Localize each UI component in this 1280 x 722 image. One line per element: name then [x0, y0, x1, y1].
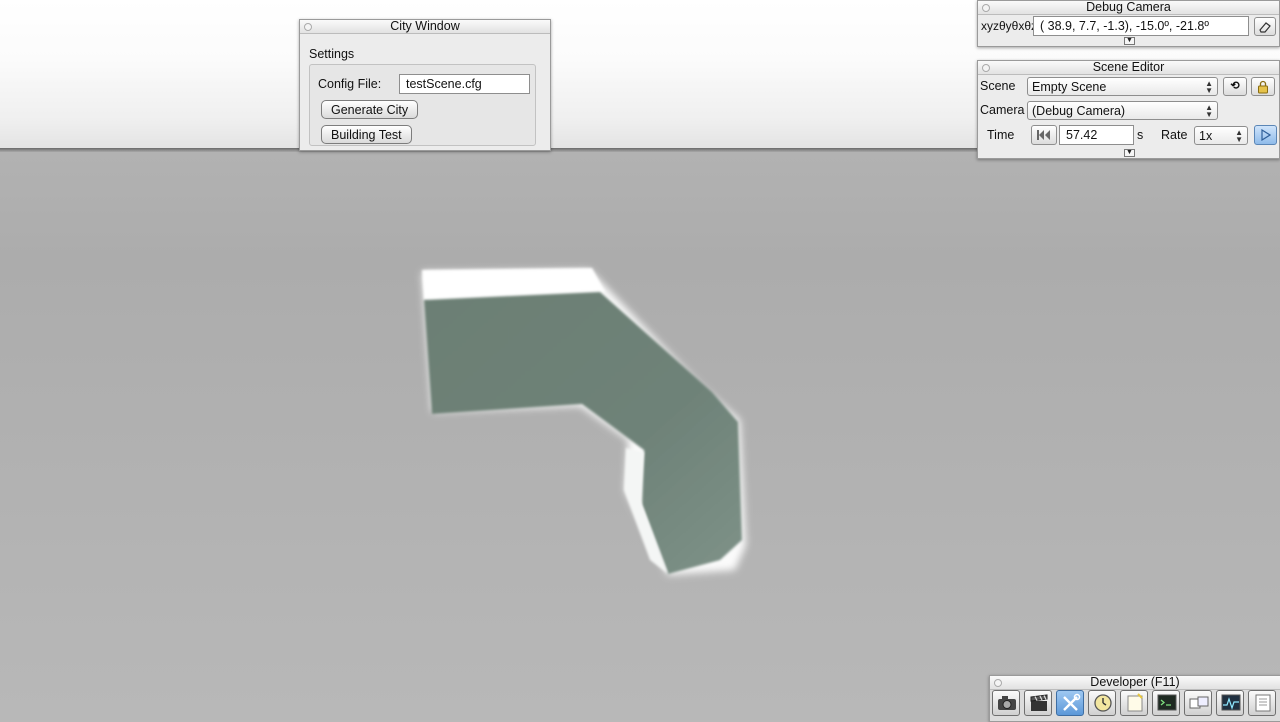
time-label: Time [987, 128, 1015, 142]
debug-camera-title: Debug Camera [1086, 0, 1171, 14]
scene-select[interactable]: Empty Scene ▲ ▼ [1027, 77, 1218, 96]
select-arrows-icon: ▲ ▼ [1235, 128, 1243, 144]
notepad-icon [1127, 693, 1143, 712]
notepad-tool-button[interactable] [1120, 690, 1148, 716]
document-tool-button[interactable] [1248, 690, 1276, 716]
camera-tool-button[interactable] [992, 690, 1020, 716]
document-icon [1255, 694, 1271, 712]
collapse-toggle[interactable]: ▼ [1124, 149, 1135, 157]
time-field[interactable]: 57.42 [1059, 125, 1134, 145]
eraser-icon [1259, 22, 1271, 33]
config-file-label: Config File: [318, 77, 382, 91]
time-unit: s [1137, 128, 1144, 142]
reload-scene-button[interactable]: ⟲ [1223, 77, 1247, 96]
select-arrows-icon: ▲ ▼ [1205, 103, 1213, 119]
lock-icon [1258, 80, 1268, 94]
terminal-tool-button[interactable] [1152, 690, 1180, 716]
terminal-icon [1157, 694, 1177, 711]
close-icon[interactable] [304, 23, 312, 31]
scene-editor-title: Scene Editor [1092, 60, 1165, 74]
scene-editor-titlebar[interactable]: Scene Editor [978, 61, 1279, 75]
scene-select-value: Empty Scene [1032, 80, 1107, 94]
config-file-input[interactable]: testScene.cfg [399, 74, 530, 94]
windows-icon [1189, 696, 1209, 709]
close-icon[interactable] [982, 4, 990, 12]
play-icon [1260, 128, 1271, 142]
clapperboard-icon [1030, 694, 1048, 711]
developer-titlebar[interactable]: Developer (F11) [990, 676, 1280, 690]
lock-scene-button[interactable] [1251, 77, 1275, 96]
reload-icon: ⟲ [1230, 80, 1240, 92]
camera-coordinate-field[interactable]: ( 38.9, 7.7, -1.3), -15.0º, -21.8º [1033, 16, 1249, 36]
rewind-button[interactable] [1031, 125, 1057, 145]
clock-tool-button[interactable] [1088, 690, 1116, 716]
camera-reset-button[interactable] [1254, 17, 1276, 36]
debug-camera-panel: Debug Camera xyzθyθxθz ( 38.9, 7.7, -1.3… [977, 0, 1280, 47]
collapse-toggle[interactable]: ▼ [1124, 37, 1135, 45]
scene-label: Scene [980, 79, 1016, 93]
city-window-title: City Window [390, 19, 460, 33]
rate-select[interactable]: 1x ▲ ▼ [1194, 126, 1248, 145]
tools-icon [1063, 693, 1081, 711]
tools-tool-button[interactable] [1056, 690, 1084, 716]
camera-label: Camera [980, 103, 1025, 117]
camera-select[interactable]: (Debug Camera) ▲ ▼ [1027, 101, 1218, 120]
city-window-titlebar[interactable]: City Window [300, 20, 550, 34]
camera-select-value: (Debug Camera) [1032, 104, 1126, 118]
scene-editor-panel: Scene Editor Scene Empty Scene ▲ ▼ ⟲ Came… [977, 60, 1280, 159]
city-window: City Window Settings Config File: testSc… [299, 19, 551, 151]
rate-label: Rate [1161, 128, 1188, 142]
rate-select-value: 1x [1199, 129, 1213, 143]
monitor-icon [1221, 694, 1241, 711]
developer-title: Developer (F11) [1090, 675, 1180, 689]
clock-icon [1094, 694, 1112, 712]
generate-city-button[interactable]: Generate City [321, 100, 419, 119]
camera-icon [998, 696, 1016, 710]
debug-camera-titlebar[interactable]: Debug Camera [978, 1, 1279, 15]
monitor-tool-button[interactable] [1216, 690, 1244, 716]
camera-coordinate-label: xyzθyθxθz [981, 19, 1038, 33]
settings-group: Config File: testScene.cfg Generate City… [309, 64, 536, 146]
close-icon[interactable] [982, 64, 990, 72]
windows-tool-button[interactable] [1184, 690, 1212, 716]
building-test-button[interactable]: Building Test [321, 125, 412, 144]
close-icon[interactable] [994, 679, 1002, 687]
clapperboard-tool-button[interactable] [1024, 690, 1052, 716]
rewind-icon [1037, 130, 1050, 140]
select-arrows-icon: ▲ ▼ [1205, 79, 1213, 95]
settings-heading: Settings [309, 47, 355, 61]
play-button[interactable] [1254, 125, 1277, 145]
